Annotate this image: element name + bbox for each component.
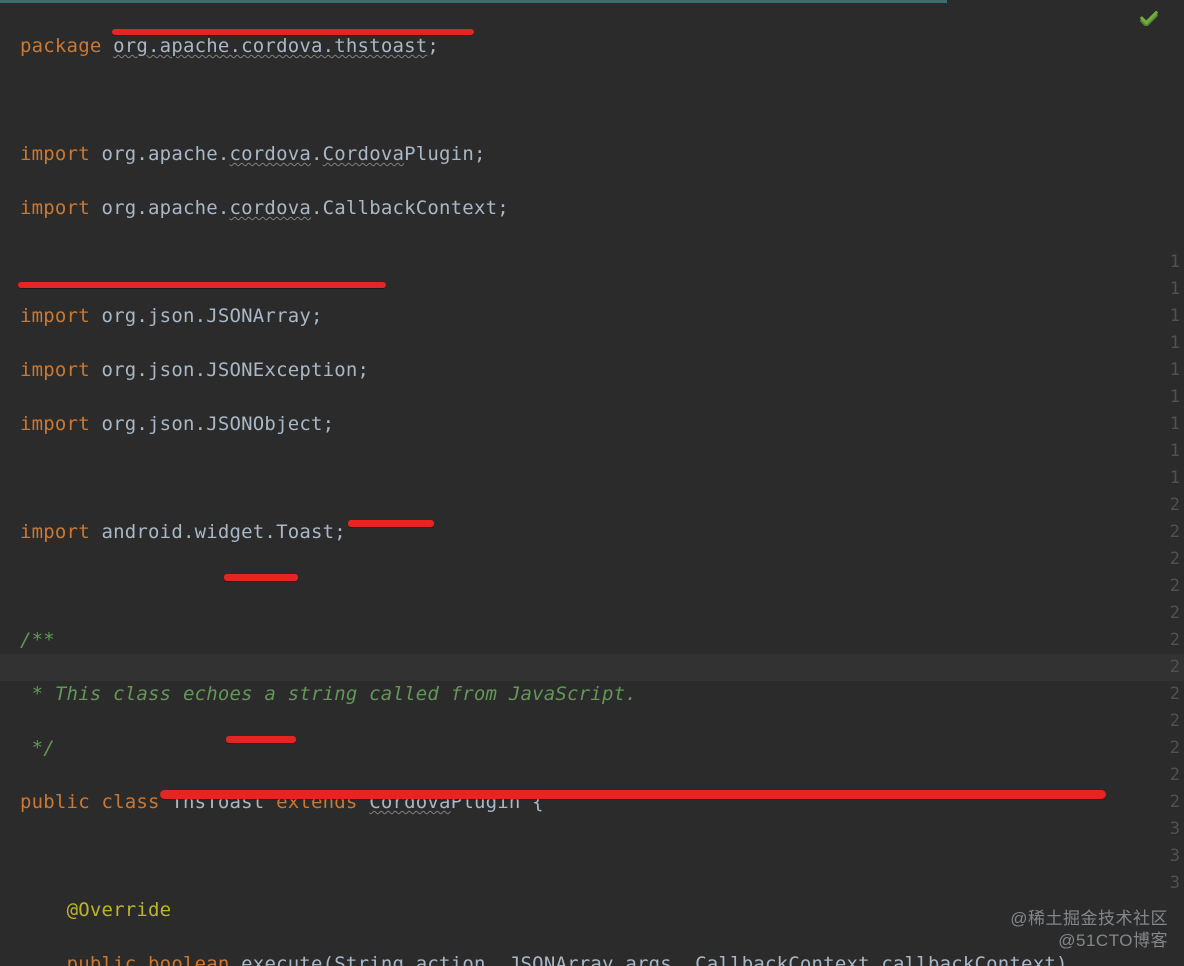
import-path: android.widget.Toast <box>101 521 334 543</box>
watermark-line: @稀土掘金技术社区 <box>1010 908 1168 930</box>
keyword-class: class <box>101 791 159 813</box>
type-string: String <box>334 953 404 966</box>
keyword-public: public <box>20 791 90 813</box>
gutter-number: 2 <box>1170 519 1180 546</box>
inspection-status-icon[interactable] <box>1140 10 1158 26</box>
gutter-number: 1 <box>1170 249 1180 276</box>
keyword-import: import <box>20 143 90 165</box>
gutter-number: 3 <box>1170 870 1180 897</box>
javadoc: */ <box>20 737 55 759</box>
import-path: org.apache.cordova.CallbackContext <box>101 197 497 219</box>
gutter-number: 2 <box>1170 708 1180 735</box>
watermark-line: @51CTO博客 <box>1010 930 1168 952</box>
keyword-import: import <box>20 521 90 543</box>
gutter-number: 2 <box>1170 600 1180 627</box>
param-callbackcontext: callbackContext <box>881 953 1056 966</box>
keyword-import: import <box>20 197 90 219</box>
gutter-number: 2 <box>1170 627 1180 654</box>
gutter-number: 2 <box>1170 762 1180 789</box>
annotation-underline <box>18 282 386 288</box>
annotation-underline <box>160 790 1106 799</box>
gutter-number: 1 <box>1170 276 1180 303</box>
gutter-number: 1 <box>1170 303 1180 330</box>
gutter-number: 2 <box>1170 654 1180 681</box>
import-path: org.json.JSONObject <box>101 413 322 435</box>
gutter-number: 1 <box>1170 357 1180 384</box>
gutter-number: 3 <box>1170 843 1180 870</box>
annotation-underline <box>224 574 298 581</box>
gutter-number: 1 <box>1170 465 1180 492</box>
watermark: @稀土掘金技术社区 @51CTO博客 <box>1010 908 1168 952</box>
gutter-number: 2 <box>1170 573 1180 600</box>
import-path: org.apache.cordova.CordovaPlugin <box>101 143 473 165</box>
code-area[interactable]: package org.apache.cordova.thstoast; imp… <box>0 6 1184 966</box>
gutter-number: 2 <box>1170 735 1180 762</box>
method-execute: execute <box>241 953 322 966</box>
keyword-import: import <box>20 413 90 435</box>
annotation-underline <box>112 29 474 35</box>
editor-top-border <box>0 0 1184 3</box>
semicolon: ; <box>427 35 439 57</box>
gutter-number: 2 <box>1170 546 1180 573</box>
type-callbackcontext: CallbackContext <box>695 953 870 966</box>
gutter-number: 2 <box>1170 681 1180 708</box>
package-name: org.apache.cordova.thstoast <box>113 35 427 57</box>
right-line-gutter: 1 1 1 1 1 1 1 1 1 2 2 2 2 2 2 2 2 2 2 2 … <box>1170 249 1180 897</box>
gutter-number: 1 <box>1170 384 1180 411</box>
type-jsonarray: JSONArray <box>509 953 614 966</box>
annotation-override: @Override <box>67 899 172 921</box>
keyword-boolean: boolean <box>148 953 229 966</box>
code-editor[interactable]: package org.apache.cordova.thstoast; imp… <box>0 0 1184 966</box>
annotation-underline <box>348 520 434 527</box>
param-args: args <box>625 953 672 966</box>
keyword-import: import <box>20 359 90 381</box>
gutter-number: 2 <box>1170 789 1180 816</box>
gutter-number: 1 <box>1170 330 1180 357</box>
gutter-number: 2 <box>1170 492 1180 519</box>
gutter-number: 1 <box>1170 438 1180 465</box>
gutter-number: 1 <box>1170 411 1180 438</box>
import-path: org.json.JSONArray <box>101 305 311 327</box>
keyword-import: import <box>20 305 90 327</box>
gutter-number: 3 <box>1170 816 1180 843</box>
import-path: org.json.JSONException <box>101 359 357 381</box>
keyword-package: package <box>20 35 101 57</box>
param-action: action <box>416 953 486 966</box>
javadoc: * This class echoes a string called from… <box>20 683 637 705</box>
javadoc: /** <box>20 629 55 651</box>
keyword-public: public <box>67 953 137 966</box>
annotation-underline <box>226 736 296 743</box>
